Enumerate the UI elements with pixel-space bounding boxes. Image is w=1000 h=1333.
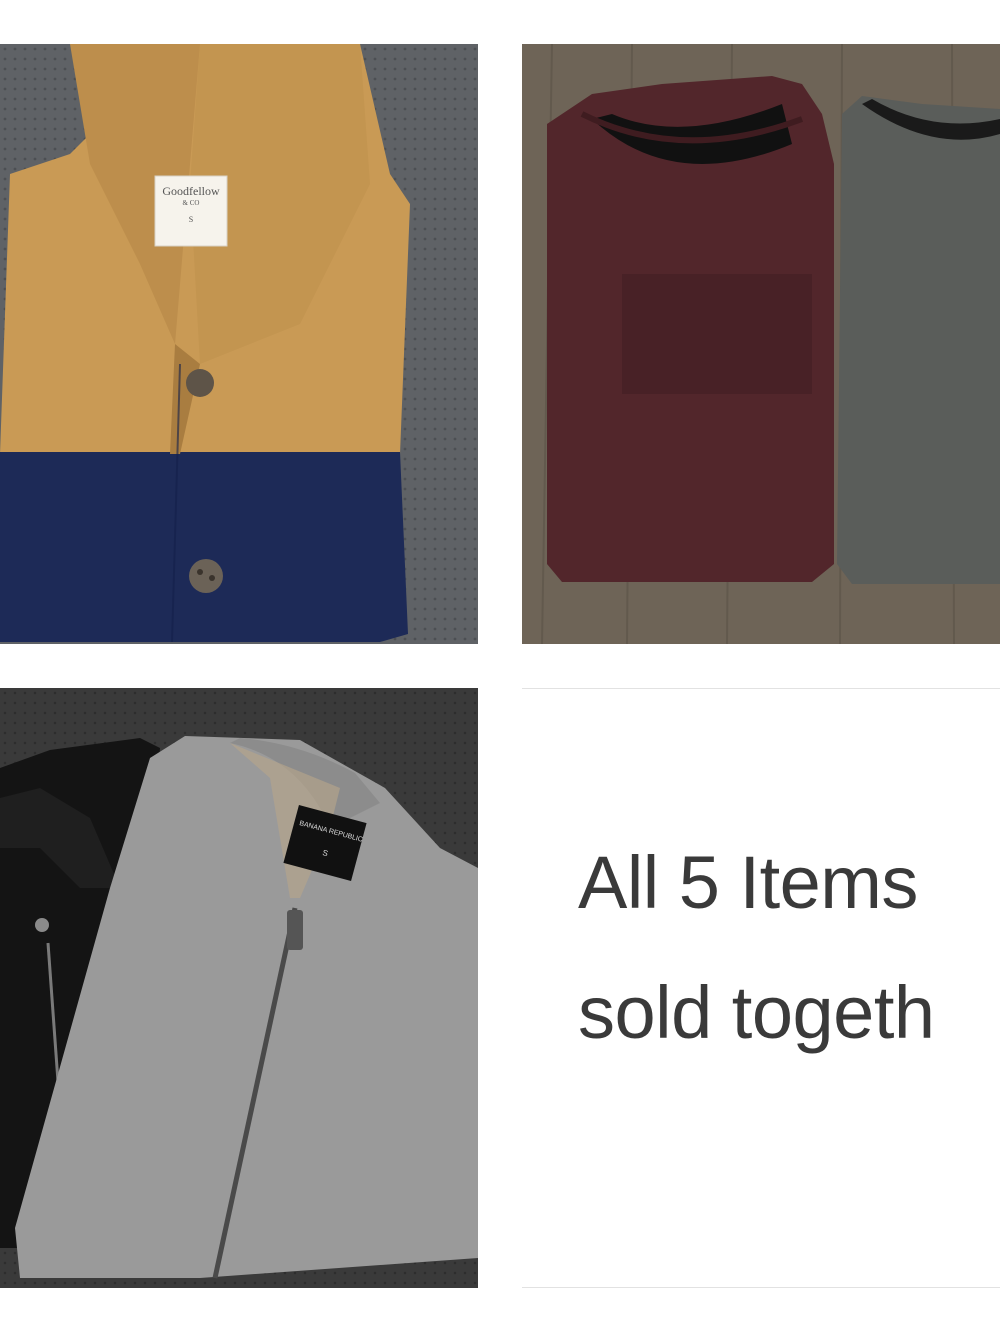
photo-cardigan: Goodfellow & CO S — [0, 44, 478, 644]
cardigan-label: Goodfellow & CO S — [155, 184, 227, 224]
caption-bottom-divider — [522, 1287, 1000, 1288]
photo-tees — [522, 44, 1000, 644]
cardigan-image — [0, 44, 478, 644]
jackets-image — [0, 688, 478, 1288]
caption-top-divider — [522, 688, 1000, 689]
photo-jackets: BANANA REPUBLIC S — [0, 688, 478, 1288]
cardigan-label-brand: Goodfellow — [162, 184, 220, 198]
caption-line-2: sold togeth — [578, 971, 935, 1054]
cardigan-label-sub: & CO — [182, 199, 200, 207]
caption-tile: All 5 Items sold togeth — [522, 688, 1000, 1288]
caption-line-1: All 5 Items — [578, 841, 918, 924]
cardigan-label-size: S — [188, 215, 194, 224]
tees-image — [522, 44, 1000, 644]
